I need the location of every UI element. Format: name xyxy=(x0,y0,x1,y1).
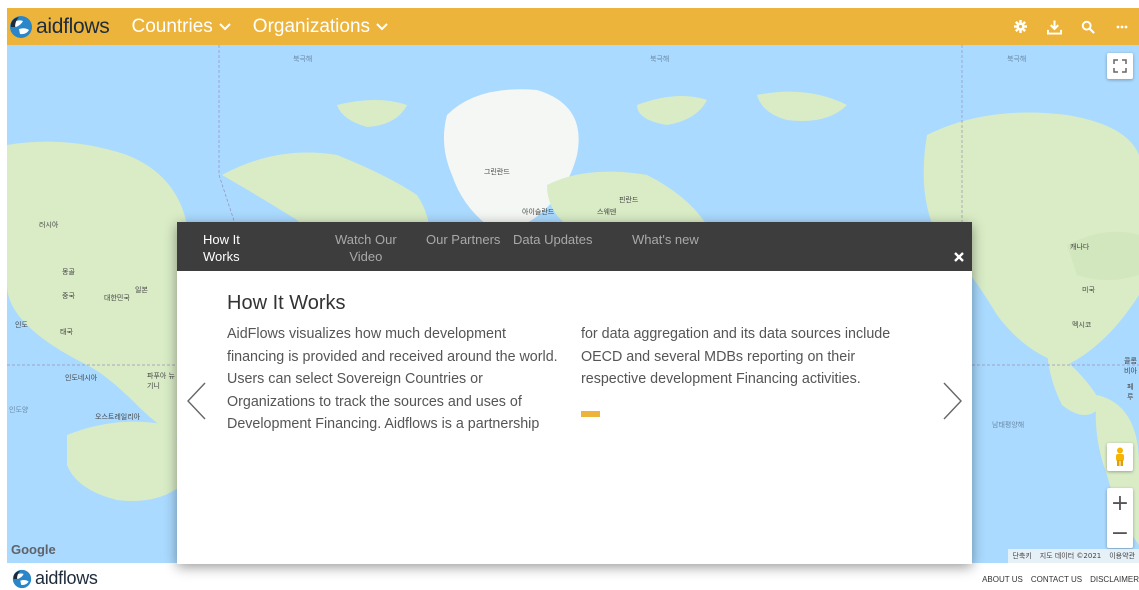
country-label: 페루 xyxy=(1127,383,1134,401)
tab-label: Our Partners xyxy=(426,232,501,247)
country-label: 콜롬비아 xyxy=(1124,357,1137,375)
disclaimer-link[interactable]: DISCLAIMER xyxy=(1090,575,1139,584)
country-label: 태국 xyxy=(60,328,73,336)
country-label: 오스트레일리아 xyxy=(95,413,141,421)
footer-brand-name: aidflows xyxy=(35,568,98,588)
nav-countries[interactable]: Countries xyxy=(131,15,231,38)
country-label: 중국 xyxy=(62,292,75,300)
country-label: 핀란드 xyxy=(619,196,639,204)
previous-slide-arrow-icon[interactable] xyxy=(185,381,207,421)
slide-indicator[interactable] xyxy=(581,411,600,417)
ocean-label: 인도양 xyxy=(9,406,29,414)
zoom-in-button[interactable]: + xyxy=(1107,488,1133,518)
google-logo[interactable]: Google xyxy=(11,542,56,557)
terms-link[interactable]: 이용약관 xyxy=(1109,551,1135,561)
top-bar: aidflows Countries Organizations xyxy=(7,8,1139,45)
tab-label: How It xyxy=(203,232,240,247)
country-label: 아이슬란드 xyxy=(522,208,555,216)
download-button[interactable] xyxy=(1037,8,1071,45)
chevron-down-icon xyxy=(376,22,388,30)
search-button[interactable] xyxy=(1071,8,1105,45)
country-label: 인도네시아 xyxy=(65,374,98,382)
gear-icon xyxy=(1013,20,1027,33)
tab-label: Works xyxy=(203,249,240,264)
about-us-link[interactable]: ABOUT US xyxy=(982,575,1023,584)
tab-label: Watch Our xyxy=(335,232,397,247)
close-icon[interactable] xyxy=(951,249,967,265)
tab-whats-new[interactable]: What's new xyxy=(632,231,699,248)
tab-label: Video xyxy=(349,249,383,264)
info-modal: How It Works Watch Our Video Our Partner… xyxy=(177,222,972,564)
download-icon xyxy=(1046,19,1062,34)
search-icon xyxy=(1081,20,1095,34)
country-label: 파푸아 뉴기니 xyxy=(147,372,175,390)
street-view-button[interactable] xyxy=(1107,443,1133,471)
next-slide-arrow-icon[interactable] xyxy=(942,381,964,421)
keyboard-shortcuts-link[interactable]: 단축키 xyxy=(1012,551,1031,561)
globe-icon xyxy=(10,15,32,38)
tab-label: Data Updates xyxy=(513,232,593,247)
ocean-label: 북극해 xyxy=(1007,55,1027,63)
country-label: 멕시코 xyxy=(1072,321,1092,329)
map-data-text: 지도 데이터 ©2021 xyxy=(1039,552,1102,560)
modal-tab-bar: How It Works Watch Our Video Our Partner… xyxy=(177,222,972,271)
tab-our-partners[interactable]: Our Partners xyxy=(426,231,500,248)
tab-how-it-works[interactable]: How It Works xyxy=(203,231,240,265)
tab-watch-our-video[interactable]: Watch Our Video xyxy=(335,231,397,265)
country-label: 일본 xyxy=(135,286,148,294)
country-label: 미국 xyxy=(1082,286,1095,294)
country-label: 그린란드 xyxy=(484,168,510,176)
zoom-out-button[interactable]: − xyxy=(1107,518,1133,548)
tab-label: What's new xyxy=(632,232,699,247)
zoom-control: + − xyxy=(1107,488,1133,548)
settings-button[interactable] xyxy=(1003,8,1037,45)
more-button[interactable] xyxy=(1105,8,1139,45)
footer-logo[interactable]: aidflows xyxy=(12,568,98,589)
more-icon xyxy=(1116,25,1128,28)
contact-us-link[interactable]: CONTACT US xyxy=(1031,575,1082,584)
country-label: 인도 xyxy=(15,321,28,329)
panel-text-column-1: AidFlows visualizes how much development… xyxy=(227,326,558,432)
ocean-label: 북극해 xyxy=(293,55,313,63)
nav-organizations-label: Organizations xyxy=(252,15,371,37)
country-label: 캐나다 xyxy=(1070,243,1090,251)
country-label: 스웨덴 xyxy=(597,208,617,216)
ocean-label: 남태평양해 xyxy=(992,421,1025,429)
footer-links: ABOUT US CONTACT US DISCLAIMER xyxy=(982,575,1139,584)
country-label: 몽골 xyxy=(62,268,75,276)
country-label: 대한민국 xyxy=(104,294,130,302)
country-label: 러시아 xyxy=(39,221,59,229)
modal-body: How It Works AidFlows visualizes how muc… xyxy=(177,271,972,564)
nav-organizations[interactable]: Organizations xyxy=(253,16,388,38)
brand-name: aidflows xyxy=(36,14,110,38)
panel-title: How It Works xyxy=(227,292,346,314)
chevron-down-icon xyxy=(219,22,231,30)
tab-data-updates[interactable]: Data Updates xyxy=(513,231,593,248)
fullscreen-button[interactable] xyxy=(1107,53,1133,79)
map-attribution: 단축키 지도 데이터 ©2021 이용약관 xyxy=(1008,549,1139,563)
aidflows-logo[interactable]: aidflows xyxy=(9,14,110,39)
panel-text-column-2: for data aggregation and its data source… xyxy=(581,326,891,387)
fullscreen-icon xyxy=(1113,59,1127,73)
ocean-label: 북극해 xyxy=(650,55,670,63)
globe-icon xyxy=(12,569,32,588)
nav-countries-label: Countries xyxy=(131,15,213,37)
pegman-icon xyxy=(1116,447,1124,466)
